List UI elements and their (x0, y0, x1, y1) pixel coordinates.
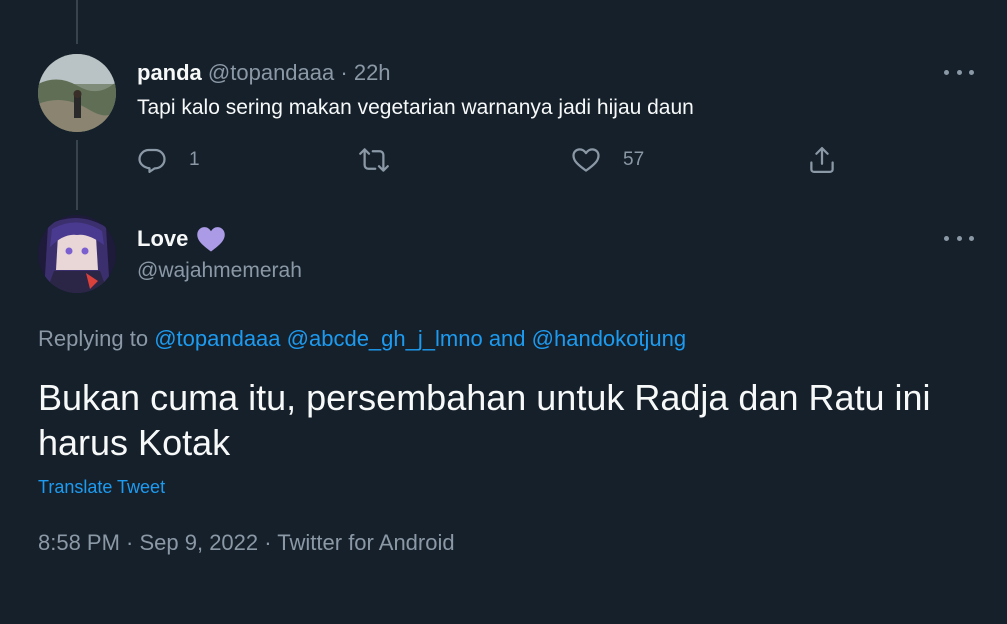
avatar-photo (38, 54, 116, 132)
translate-tweet-link[interactable]: Translate Tweet (38, 477, 165, 498)
tweet1-header: panda @topandaaa · 22h (137, 60, 391, 86)
like-count: 57 (623, 149, 645, 170)
share-button[interactable] (807, 145, 837, 175)
avatar[interactable] (38, 54, 116, 132)
share-icon (810, 147, 834, 173)
tweet1-actions: 1 57 (137, 145, 857, 177)
tweet1-time[interactable]: 22h (354, 60, 391, 85)
replying-prefix: Replying to (38, 326, 149, 351)
heart-icon (572, 148, 600, 172)
tweet2-author-name[interactable]: Love (137, 226, 188, 252)
tweet1-author-handle[interactable]: @topandaaa (208, 60, 334, 85)
tweet1-author-name[interactable]: panda (137, 60, 202, 85)
reply-button[interactable]: 1 (137, 145, 200, 175)
tweet2-author: Love (137, 225, 226, 253)
tweet1-text: Tapi kalo sering makan vegetarian warnan… (137, 96, 694, 119)
reply-icon (138, 148, 166, 173)
retweet-icon (359, 148, 389, 172)
thread-line (76, 140, 78, 210)
more-options-icon[interactable] (944, 228, 974, 248)
avatar-photo (38, 215, 116, 293)
thread-line-top (76, 0, 78, 44)
reply-count: 1 (189, 149, 200, 170)
tweet2-author-handle[interactable]: @wajahmemerah (137, 259, 302, 283)
purple-heart-icon (197, 227, 226, 252)
mention-link[interactable]: @handokotjung (532, 326, 686, 351)
tweet2-timestamp[interactable]: 8:58 PM · Sep 9, 2022 · Twitter for Andr… (38, 530, 455, 556)
avatar[interactable] (38, 215, 116, 293)
mention-link[interactable]: @topandaaa (154, 326, 280, 351)
replying-to: Replying to @topandaaa @abcde_gh_j_lmno … (38, 326, 686, 352)
tweet1-separator: · (340, 60, 348, 85)
like-button[interactable]: 57 (571, 145, 644, 175)
more-options-icon[interactable] (944, 62, 974, 82)
retweet-button[interactable] (359, 145, 389, 175)
mention-link[interactable]: @abcde_gh_j_lmno (287, 326, 483, 351)
replying-conjunction: and (488, 326, 526, 351)
tweet2-text: Bukan cuma itu, persembahan untuk Radja … (38, 377, 931, 463)
